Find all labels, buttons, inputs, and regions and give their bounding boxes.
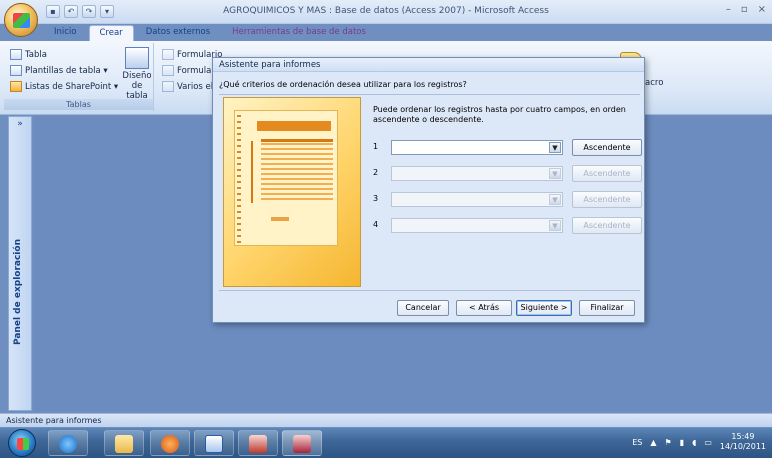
split-form-icon — [162, 65, 174, 76]
expand-chevron-icon[interactable]: » — [9, 119, 31, 129]
sort-order-button-3[interactable]: Ascendente — [572, 191, 642, 208]
dropdown-arrow-icon[interactable]: ▼ — [549, 142, 561, 153]
taskbar-media[interactable] — [150, 430, 190, 456]
sort-field-select-1[interactable]: ▼ — [391, 140, 563, 155]
internet-explorer-icon — [59, 435, 77, 453]
sort-arrow-icon — [251, 141, 253, 203]
sort-number: 3 — [373, 194, 379, 203]
flag-notification-icon[interactable]: ⚑ — [665, 438, 672, 447]
dropdown-arrow-icon[interactable]: ▼ — [549, 168, 561, 179]
sharepoint-icon — [10, 81, 22, 92]
maximize-button[interactable]: ▫ — [741, 4, 748, 15]
sharepoint-button[interactable]: Listas de SharePoint ▾ — [10, 81, 118, 92]
title-bar: ▪ ↶ ↷ ▾ AGROQUIMICOS Y MAS : Base de dat… — [0, 0, 772, 24]
taskbar-ie[interactable] — [48, 430, 88, 456]
clock-time: 15:49 — [731, 432, 755, 441]
status-bar: Asistente para informes — [0, 413, 772, 427]
sort-field-select-4[interactable]: ▼ — [391, 218, 563, 233]
volume-icon[interactable]: ◖ — [692, 438, 696, 447]
sort-field-select-3[interactable]: ▼ — [391, 192, 563, 207]
navigation-pane[interactable]: » Panel de exploración — [8, 116, 32, 411]
show-hidden-icons-icon[interactable]: ▲ — [650, 438, 656, 447]
template-icon — [10, 65, 22, 76]
sort-number: 1 — [373, 142, 379, 151]
window-controls: – ▫ × — [726, 4, 766, 15]
dialog-body: Puede ordenar los registros hasta por cu… — [219, 94, 642, 290]
word-icon — [205, 435, 223, 453]
macro-label[interactable]: acro — [645, 78, 663, 88]
back-button[interactable]: < Atrás — [456, 300, 512, 316]
sort-number: 2 — [373, 168, 379, 177]
report-illustration — [223, 97, 361, 287]
next-button[interactable]: Siguiente > — [516, 300, 572, 316]
sharepoint-label: Listas de SharePoint ▾ — [25, 81, 119, 92]
taskbar-explorer[interactable] — [104, 430, 144, 456]
dropdown-arrow-icon[interactable]: ▼ — [549, 220, 561, 231]
table-icon — [10, 49, 22, 60]
multiple-items-icon — [162, 81, 174, 92]
report-wizard-dialog: Asistente para informes ¿Qué criterios d… — [212, 57, 645, 323]
sort-field-select-2[interactable]: ▼ — [391, 166, 563, 181]
sort-order-button-4[interactable]: Ascendente — [572, 217, 642, 234]
power-icon[interactable]: ▭ — [704, 438, 712, 447]
diseno-label: Diseño — [122, 71, 152, 81]
status-text: Asistente para informes — [6, 416, 102, 425]
taskbar-word[interactable] — [194, 430, 234, 456]
sort-row-1: 1 ▼ Ascendente — [373, 139, 642, 157]
finish-button[interactable]: Finalizar — [579, 300, 635, 316]
report-sheet-icon — [234, 110, 338, 246]
taskbar-access[interactable] — [282, 430, 322, 456]
dialog-description: Puede ordenar los registros hasta por cu… — [373, 105, 626, 124]
sort-order-button-2[interactable]: Ascendente — [572, 165, 642, 182]
diseno-tabla-button[interactable]: Diseño de tabla — [120, 47, 154, 101]
de-tabla-label: de tabla — [126, 81, 148, 101]
tab-herramientas[interactable]: Herramientas de base de datos — [222, 25, 376, 41]
media-player-icon — [161, 435, 179, 453]
sort-number: 4 — [373, 220, 379, 229]
tab-inicio[interactable]: Inicio — [44, 25, 87, 41]
clock-date: 14/10/2011 — [719, 442, 766, 451]
tab-datos-externos[interactable]: Datos externos — [136, 25, 220, 41]
office-logo-icon — [13, 13, 30, 28]
tab-crear[interactable]: Crear — [88, 25, 134, 41]
varios-elementos-button[interactable]: Varios el — [162, 81, 213, 92]
taskbar: ES ▲ ⚑ ▮ ◖ ▭ 15:49 14/10/2011 — [0, 428, 772, 458]
minimize-button[interactable]: – — [726, 4, 731, 15]
group-tablas: Tabla Plantillas de tabla ▾ Listas de Sh… — [4, 43, 154, 111]
taskbar-access-report[interactable] — [238, 430, 278, 456]
folder-icon — [115, 435, 133, 453]
cancel-button[interactable]: Cancelar — [397, 300, 449, 316]
plantillas-label: Plantillas de tabla ▾ — [25, 65, 108, 76]
close-button[interactable]: × — [758, 4, 766, 15]
access-report-icon — [249, 435, 267, 453]
network-icon[interactable]: ▮ — [680, 438, 684, 447]
form-icon — [162, 49, 174, 60]
start-button[interactable] — [8, 429, 36, 457]
tabla-button[interactable]: Tabla — [10, 49, 47, 60]
access-icon — [293, 435, 311, 453]
table-design-icon — [125, 47, 149, 69]
group-tablas-title: Tablas — [4, 99, 153, 110]
nav-pane-label: Panel de exploración — [13, 239, 23, 345]
dialog-footer: Cancelar < Atrás Siguiente > Finalizar — [219, 290, 640, 320]
sort-row-2: 2 ▼ Ascendente — [373, 165, 642, 183]
windows-logo-icon — [17, 438, 29, 450]
ribbon-tabs: Inicio Crear Datos externos Herramientas… — [44, 25, 376, 41]
varios-label: Varios el — [177, 81, 214, 92]
dialog-question: ¿Qué criterios de ordenación desea utili… — [219, 80, 467, 89]
group-formularios: Formulario Formulario Varios el — [158, 43, 222, 111]
sort-row-4: 4 ▼ Ascendente — [373, 217, 642, 235]
dropdown-arrow-icon[interactable]: ▼ — [549, 194, 561, 205]
plantillas-button[interactable]: Plantillas de tabla ▾ — [10, 65, 108, 76]
office-button[interactable] — [4, 3, 38, 37]
sort-order-button-1[interactable]: Ascendente — [572, 139, 642, 156]
clock[interactable]: 15:49 14/10/2011 — [720, 432, 766, 452]
dialog-title: Asistente para informes — [213, 58, 644, 72]
language-indicator[interactable]: ES — [632, 438, 642, 447]
system-tray: ES ▲ ⚑ ▮ ◖ ▭ 15:49 14/10/2011 — [632, 432, 766, 452]
sort-row-3: 3 ▼ Ascendente — [373, 191, 642, 209]
tabla-label: Tabla — [25, 49, 47, 60]
window-title: AGROQUIMICOS Y MAS : Base de datos (Acce… — [223, 6, 549, 16]
